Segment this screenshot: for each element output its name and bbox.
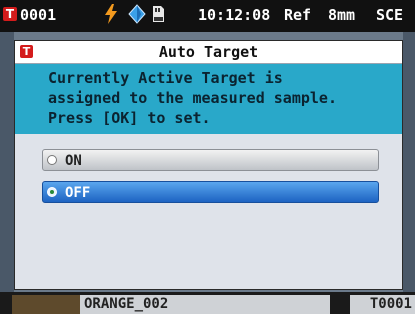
option-on[interactable]: ON <box>42 149 379 171</box>
status-bar: T 0001 10:12:08 Ref 8mm SCE <box>0 0 415 32</box>
dialog-message: Currently Active Target is assigned to t… <box>15 64 402 134</box>
sample-name: ORANGE_002 <box>80 295 330 314</box>
option-off[interactable]: OFF <box>42 181 379 203</box>
ref-indicator: Ref <box>284 6 312 24</box>
bottom-bar: ORANGE_002 T0001 <box>0 292 415 314</box>
background-right-strip <box>403 32 415 292</box>
specular-mode: SCE <box>376 6 404 24</box>
background-left-strip <box>0 32 14 292</box>
lightning-icon <box>104 4 118 28</box>
target-number: T0001 <box>350 295 415 314</box>
color-swatch <box>12 295 80 314</box>
option-label: OFF <box>65 185 91 201</box>
measurement-area: 8mm <box>328 6 356 24</box>
message-line: assigned to the measured sample. <box>48 89 337 107</box>
auto-target-dialog: T Auto Target Currently Active Target is… <box>14 40 403 290</box>
sd-card-icon <box>151 5 165 27</box>
sample-number: 0001 <box>20 6 57 24</box>
message-line: Currently Active Target is <box>48 69 283 87</box>
radio-button-selected-icon[interactable] <box>47 187 57 197</box>
diamond-icon <box>128 4 146 28</box>
target-badge-icon: T <box>3 7 17 21</box>
message-line: Press [OK] to set. <box>48 109 211 127</box>
dialog-titlebar: T Auto Target <box>15 41 402 64</box>
radio-button-icon[interactable] <box>47 155 57 165</box>
option-label: ON <box>65 153 82 169</box>
dialog-title: Auto Target <box>158 43 259 61</box>
clock: 10:12:08 <box>198 6 271 24</box>
